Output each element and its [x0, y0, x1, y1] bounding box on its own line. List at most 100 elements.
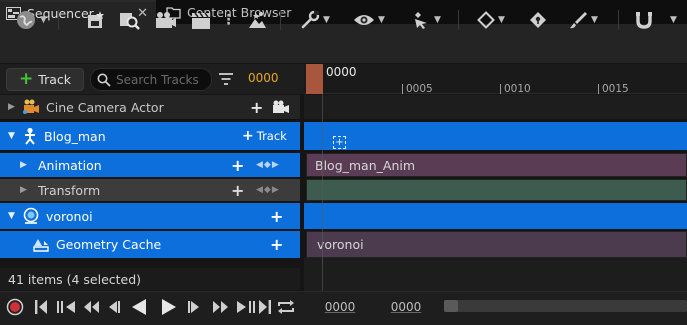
step-forward-icon — [188, 299, 202, 315]
track-label: voronoi — [46, 208, 93, 224]
jump-to-start-icon — [34, 299, 48, 315]
save-icon — [86, 10, 106, 30]
snap-button[interactable] — [632, 8, 656, 32]
brush-button[interactable]: ▼ — [562, 8, 604, 32]
track-label: Animation — [38, 157, 102, 173]
step-forward-button[interactable] — [188, 299, 202, 315]
ruler-tick-label: 0005 — [406, 83, 433, 95]
previous-key-button[interactable] — [56, 299, 78, 315]
add-icon[interactable]: + — [270, 207, 283, 226]
track-row-geometry-cache[interactable]: Geometry Cache + — [0, 231, 300, 258]
snap-options-button[interactable]: ▼ — [664, 8, 680, 32]
record-icon — [6, 298, 24, 316]
find-asset-button[interactable] — [116, 8, 142, 32]
add-key-icon[interactable]: + — [231, 181, 244, 200]
add-track-button[interactable]: + Track — [6, 68, 84, 91]
jump-to-end-button[interactable] — [258, 299, 272, 315]
save-button[interactable] — [84, 8, 108, 32]
row-divider — [0, 119, 300, 120]
play-reverse-icon — [130, 297, 148, 317]
lane-voronoi[interactable] — [304, 203, 687, 229]
expand-arrow-icon[interactable]: ▶ — [20, 160, 30, 170]
key-interpolation-button[interactable]: ▼ — [472, 8, 510, 32]
jump-to-start-button[interactable] — [34, 299, 48, 315]
add-icon[interactable]: + — [250, 98, 263, 117]
lane-empty[interactable] — [304, 258, 687, 291]
actor-button[interactable] — [244, 8, 270, 32]
search-icon — [97, 73, 111, 87]
track-row-blog-man[interactable]: ▼ Blog_man + Track — [0, 122, 300, 150]
camera-cut-icon[interactable] — [272, 100, 290, 114]
loop-button[interactable] — [276, 298, 296, 316]
key-navigation-icon[interactable]: ◀◆▶ — [256, 160, 280, 170]
playback-start-field[interactable]: 0000 — [318, 297, 362, 317]
skeletal-mesh-icon — [22, 127, 38, 145]
chevron-down-icon: ▼ — [591, 15, 598, 25]
world-button[interactable]: ▼ — [10, 8, 52, 32]
jump-to-end-icon — [258, 299, 272, 315]
timeline-scrollbar-thumb[interactable] — [444, 300, 458, 312]
next-key-button[interactable] — [234, 299, 256, 315]
track-row-animation[interactable]: ▶ Animation + ◀◆▶ — [0, 153, 300, 177]
time-ruler[interactable] — [304, 64, 687, 94]
previous-frame-button[interactable] — [82, 299, 102, 315]
next-key-icon — [234, 299, 256, 315]
filter-icon[interactable] — [218, 72, 234, 86]
track-label: Geometry Cache — [56, 237, 162, 252]
view-options-button[interactable]: ▼ — [348, 8, 390, 32]
track-row-cine-camera-actor[interactable]: ▶ Cine Camera Actor + — [0, 95, 300, 119]
record-button[interactable] — [6, 298, 24, 316]
chevron-down-icon: ▼ — [498, 15, 505, 25]
collapse-arrow-icon[interactable]: ▼ — [8, 211, 18, 221]
transform-section[interactable] — [306, 179, 687, 201]
ruler-tick-label: 0010 — [504, 83, 531, 95]
search-tracks-field[interactable] — [90, 68, 212, 91]
chevron-down-icon: ▼ — [40, 15, 47, 25]
tools-button[interactable]: ▼ — [294, 8, 336, 32]
collapse-arrow-icon[interactable]: ▼ — [8, 131, 18, 141]
chevron-down-icon: ▼ — [670, 15, 677, 25]
geometry-actor-icon — [22, 207, 40, 225]
current-frame-field[interactable]: 0000 — [248, 71, 279, 85]
diamond-key-icon — [477, 11, 495, 29]
track-row-voronoi[interactable]: ▼ voronoi + — [0, 203, 300, 229]
playhead[interactable] — [306, 64, 323, 94]
step-back-button[interactable] — [106, 299, 120, 315]
render-movie-button[interactable] — [152, 8, 178, 32]
clapper-button[interactable] — [188, 8, 214, 32]
animation-section[interactable]: Blog_man_Anim — [306, 153, 687, 177]
previous-key-icon — [56, 299, 78, 315]
key-navigation-icon[interactable]: ◀◆▶ — [256, 185, 280, 195]
plus-icon: + — [19, 69, 34, 89]
step-back-icon — [106, 299, 120, 315]
play-icon — [160, 297, 178, 317]
toolbar-divider — [280, 10, 281, 30]
loop-icon — [276, 298, 296, 316]
next-frame-button[interactable] — [210, 299, 230, 315]
expand-arrow-icon[interactable]: ▶ — [20, 185, 30, 195]
lane-blog-man[interactable]: + — [304, 122, 687, 150]
search-input[interactable] — [116, 72, 212, 87]
chevron-down-icon: ▼ — [434, 15, 441, 25]
track-row-transform[interactable]: ▶ Transform + ◀◆▶ — [0, 179, 300, 201]
add-icon[interactable]: + — [270, 235, 283, 254]
lane-cine-camera-actor[interactable] — [304, 95, 687, 119]
play-reverse-button[interactable] — [130, 297, 148, 317]
playback-end-field[interactable]: 0000 — [384, 297, 428, 317]
wrench-icon — [300, 10, 320, 30]
auto-key-icon — [409, 10, 431, 30]
chevron-down-icon: ▼ — [378, 15, 385, 25]
timeline-scrollbar[interactable] — [444, 300, 687, 312]
more-options-button[interactable]: ⋮ — [222, 8, 236, 32]
expand-arrow-icon[interactable]: ▶ — [8, 102, 18, 112]
add-sub-track-button[interactable]: + Track — [242, 128, 287, 144]
add-key-icon[interactable]: + — [231, 156, 244, 175]
toolbar-divider — [58, 10, 59, 30]
render-movie-icon — [154, 10, 176, 30]
auto-key-button[interactable]: ▼ — [404, 8, 446, 32]
lock-key-button[interactable] — [526, 8, 550, 32]
play-button[interactable] — [160, 297, 178, 317]
geometry-cache-section[interactable]: voronoi — [306, 231, 687, 258]
add-section-icon[interactable]: + — [333, 136, 346, 149]
ruler-tick — [402, 84, 403, 94]
